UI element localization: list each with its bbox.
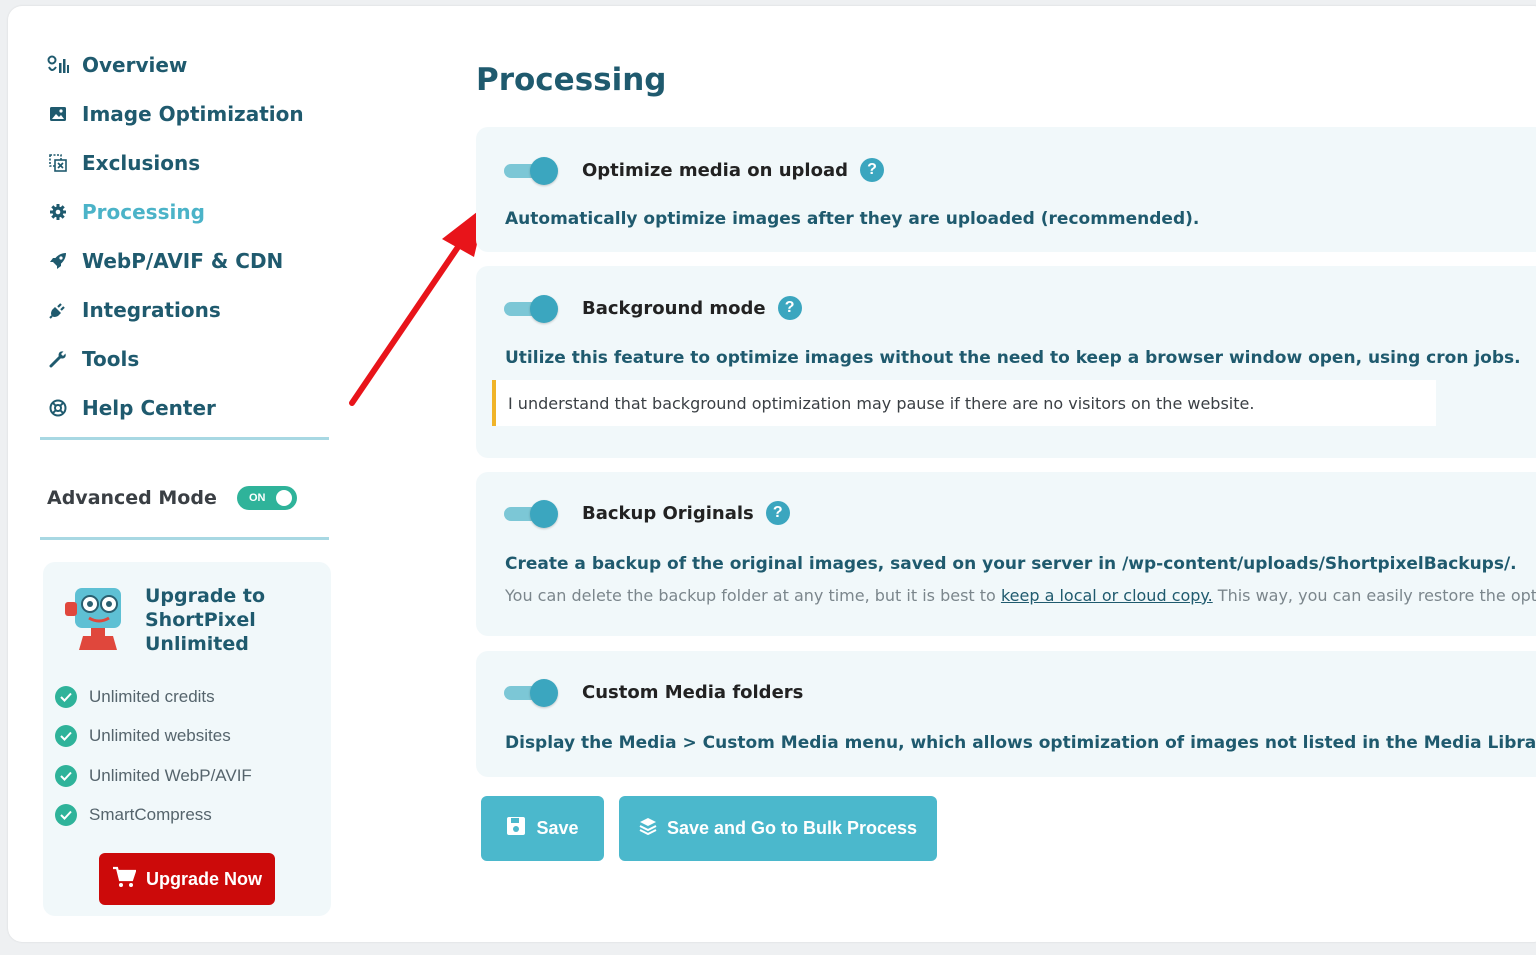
sidebar-item-label: Processing — [82, 199, 205, 224]
image-icon — [46, 102, 70, 126]
sidebar-item-help-center[interactable]: Help Center — [40, 383, 340, 432]
subtext-after: This way, you can easily restore the opt… — [1217, 586, 1536, 605]
upgrade-now-button[interactable]: Upgrade Now — [99, 853, 275, 905]
background-mode-notice: I understand that background optimizatio… — [492, 380, 1436, 426]
feature-item: SmartCompress — [55, 804, 212, 826]
rocket-icon — [46, 249, 70, 273]
cart-icon — [112, 866, 137, 893]
sidebar-item-label: Overview — [82, 52, 188, 77]
save-button[interactable]: Save — [481, 796, 604, 861]
feature-item: Unlimited WebP/AVIF — [55, 765, 252, 787]
backup-subtext: You can delete the backup folder at any … — [505, 586, 1536, 605]
help-icon[interactable]: ? — [859, 158, 884, 182]
sidebar-item-tools[interactable]: Tools — [40, 334, 340, 383]
option-label: Backup Originals — [582, 502, 754, 524]
advanced-mode-label: Advanced Mode — [47, 487, 217, 509]
sidebar-nav: Overview Image Optimization Exclusions P… — [40, 40, 340, 432]
check-icon — [55, 725, 77, 747]
advanced-mode-toggle[interactable]: ON — [237, 486, 297, 510]
toggle-state-text: ON — [249, 492, 266, 504]
feature-label: SmartCompress — [89, 805, 212, 824]
help-icon[interactable]: ? — [765, 501, 790, 525]
sidebar-item-integrations[interactable]: Integrations — [40, 285, 340, 334]
upgrade-now-label: Upgrade Now — [145, 868, 262, 889]
feature-label: Unlimited credits — [89, 687, 215, 706]
option-label: Custom Media folders — [582, 681, 804, 703]
sidebar-item-exclusions[interactable]: Exclusions — [40, 138, 340, 187]
option-header: Background mode ? — [504, 295, 802, 323]
check-icon — [55, 765, 77, 787]
option-description: Display the Media > Custom Media menu, w… — [505, 733, 1536, 753]
sidebar-item-label: Tools — [82, 346, 140, 371]
plug-icon — [46, 298, 70, 322]
backup-copy-link[interactable]: keep a local or cloud copy. — [1001, 586, 1213, 605]
backup-originals-toggle[interactable] — [504, 500, 558, 528]
option-card-backup-originals: Backup Originals ? Create a backup of th… — [476, 472, 1536, 636]
gear-icon — [46, 200, 70, 224]
feature-item: Unlimited websites — [55, 725, 231, 747]
option-header: Backup Originals ? — [504, 500, 790, 528]
subtext-before: You can delete the backup folder at any … — [505, 586, 1001, 605]
layers-icon — [639, 817, 657, 840]
notice-text: I understand that background optimizatio… — [508, 393, 1255, 413]
sidebar-item-label: Exclusions — [82, 150, 201, 175]
option-header: Custom Media folders — [504, 679, 804, 707]
sidebar-divider — [40, 437, 329, 440]
page-title: Processing — [476, 62, 667, 98]
exclusions-icon — [46, 151, 70, 175]
sidebar-item-processing[interactable]: Processing — [40, 187, 340, 236]
custom-media-toggle[interactable] — [504, 679, 558, 707]
sidebar-item-image-optimization[interactable]: Image Optimization — [40, 89, 340, 138]
robot-mascot-icon — [61, 582, 129, 652]
option-card-background-mode: Background mode ? Utilize this feature t… — [476, 266, 1536, 458]
feature-label: Unlimited websites — [89, 726, 231, 745]
sidebar-divider — [40, 537, 329, 540]
save-label: Save — [536, 818, 579, 838]
option-description: Utilize this feature to optimize images … — [505, 348, 1521, 368]
chart-icon — [46, 53, 70, 77]
optimize-upload-toggle[interactable] — [504, 157, 558, 185]
toggle-knob — [276, 490, 292, 506]
upgrade-box: Upgrade to ShortPixel Unlimited Unlimite… — [43, 562, 331, 916]
option-label: Optimize media on upload — [582, 159, 848, 181]
option-header: Optimize media on upload ? — [504, 157, 884, 185]
feature-item: Unlimited credits — [55, 686, 215, 708]
option-card-custom-media: Custom Media folders Display the Media >… — [476, 651, 1536, 777]
sidebar-item-webp-cdn[interactable]: WebP/AVIF & CDN — [40, 236, 340, 285]
sidebar-item-label: Help Center — [82, 395, 216, 420]
advanced-mode-row: Advanced Mode ON — [47, 478, 307, 518]
check-icon — [55, 804, 77, 826]
save-bulk-label: Save and Go to Bulk Process — [666, 818, 918, 838]
sidebar-item-label: Integrations — [82, 297, 221, 322]
option-description: Automatically optimize images after they… — [505, 209, 1200, 229]
sidebar-item-label: WebP/AVIF & CDN — [82, 248, 284, 273]
option-description: Create a backup of the original images, … — [505, 554, 1517, 574]
option-label: Background mode — [582, 297, 766, 319]
feature-label: Unlimited WebP/AVIF — [89, 766, 252, 785]
background-mode-toggle[interactable] — [504, 295, 558, 323]
help-icon[interactable]: ? — [777, 296, 802, 320]
sidebar-item-label: Image Optimization — [82, 101, 304, 126]
option-card-optimize-upload: Optimize media on upload ? Automatically… — [476, 127, 1536, 252]
save-bulk-button[interactable]: Save and Go to Bulk Process — [619, 796, 937, 861]
check-icon — [55, 686, 77, 708]
sidebar-item-overview[interactable]: Overview — [40, 40, 340, 89]
wrench-icon — [46, 347, 70, 371]
floppy-disk-icon — [506, 816, 526, 841]
lifebuoy-icon — [46, 396, 70, 420]
upgrade-title: Upgrade to ShortPixel Unlimited — [145, 585, 266, 655]
